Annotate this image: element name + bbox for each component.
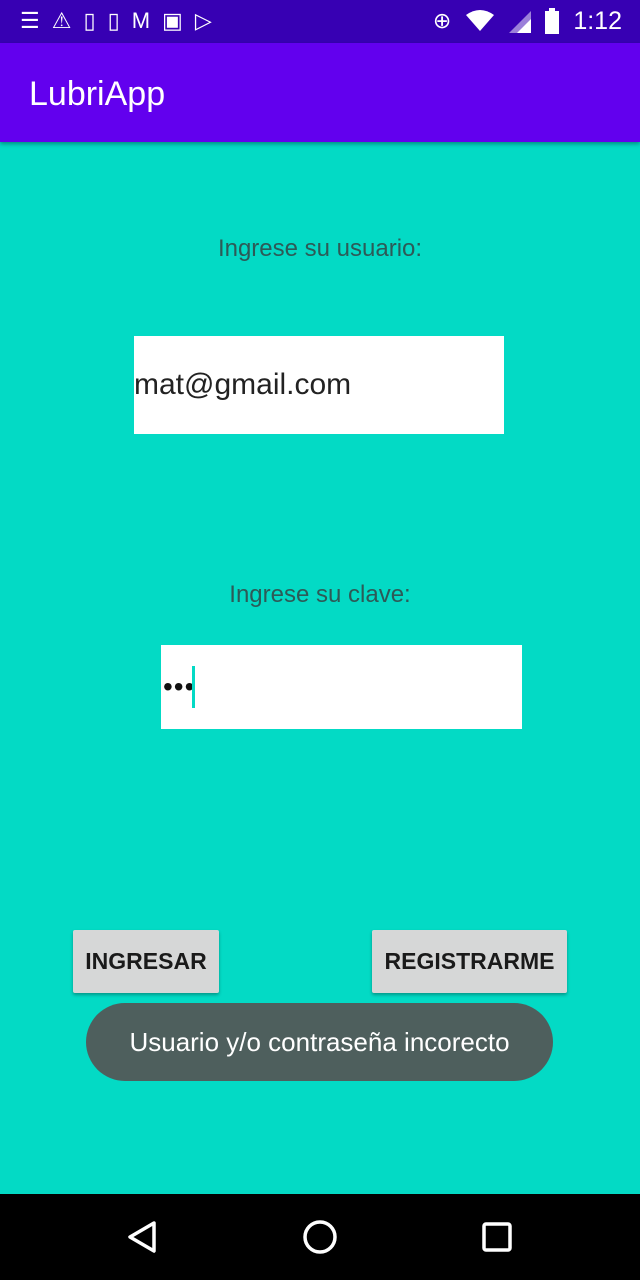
user-input[interactable] — [134, 336, 504, 434]
app-bar: LubriApp — [0, 43, 640, 142]
error-toast: Usuario y/o contraseña incorecto — [86, 1003, 553, 1081]
navigation-bar — [0, 1194, 640, 1280]
app-title: LubriApp — [29, 75, 166, 113]
password-field[interactable]: ••• — [161, 645, 522, 729]
login-button[interactable]: INGRESAR — [73, 930, 219, 993]
notification-icons: ☰ ⚠ ▯ ▯ M ▣ ▷ — [20, 8, 212, 34]
back-icon[interactable] — [102, 1194, 182, 1280]
gmail-icon: M — [131, 8, 151, 33]
clock: 1:12 — [573, 7, 622, 35]
recents-icon[interactable] — [457, 1194, 537, 1280]
battery-icon — [545, 8, 560, 34]
data-saver-icon: ⊕ — [432, 8, 452, 33]
user-label: Ingrese su usuario: — [217, 235, 423, 262]
notes-icon: ☰ — [20, 8, 40, 33]
password-label: Ingrese su clave: — [229, 581, 411, 608]
register-button[interactable]: REGISTRARME — [372, 930, 567, 993]
home-icon[interactable] — [280, 1194, 360, 1280]
wifi-icon — [466, 10, 495, 31]
phone-sync-icon: ▯ — [107, 8, 120, 33]
play-store-icon: ▷ — [194, 8, 212, 33]
signal-icon — [509, 11, 532, 33]
system-icons: ⊕ 1:12 — [433, 7, 622, 35]
phone-sync-icon: ▯ — [83, 8, 96, 33]
warning-icon: ⚠ — [51, 8, 72, 33]
text-cursor — [192, 666, 195, 708]
password-masked-value: ••• — [163, 671, 196, 702]
status-bar: ☰ ⚠ ▯ ▯ M ▣ ▷ ⊕ 1:12 — [0, 0, 640, 43]
user-field[interactable] — [134, 336, 504, 434]
image-icon: ▣ — [162, 8, 183, 33]
